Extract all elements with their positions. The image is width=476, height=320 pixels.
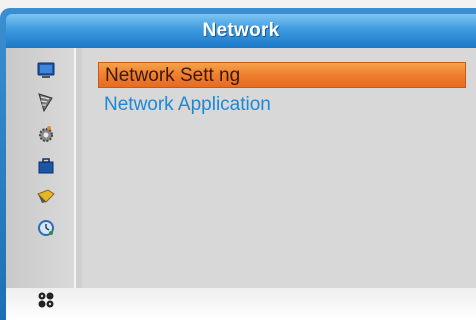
title-bar: Network [6, 14, 476, 48]
menu-item-label: Network Sett ng [105, 65, 241, 86]
settings-gear-icon[interactable] [36, 124, 56, 144]
network-menu-screen: Network Network Sett ng Network Applicat… [0, 0, 476, 320]
satellite-dish-icon[interactable] [36, 92, 56, 112]
tv-icon[interactable] [36, 60, 56, 80]
menu-item-label: Network Application [104, 94, 271, 115]
page-title: Network [202, 20, 280, 41]
footer-bar [6, 288, 476, 320]
network-icon[interactable] [36, 186, 56, 206]
games-icon[interactable] [36, 290, 56, 310]
menu-item-network-application[interactable]: Network Application [98, 92, 271, 118]
clock-icon[interactable] [36, 218, 56, 238]
toolbox-icon[interactable] [36, 156, 56, 176]
menu-item-network-setting[interactable]: Network Sett ng [98, 62, 466, 88]
